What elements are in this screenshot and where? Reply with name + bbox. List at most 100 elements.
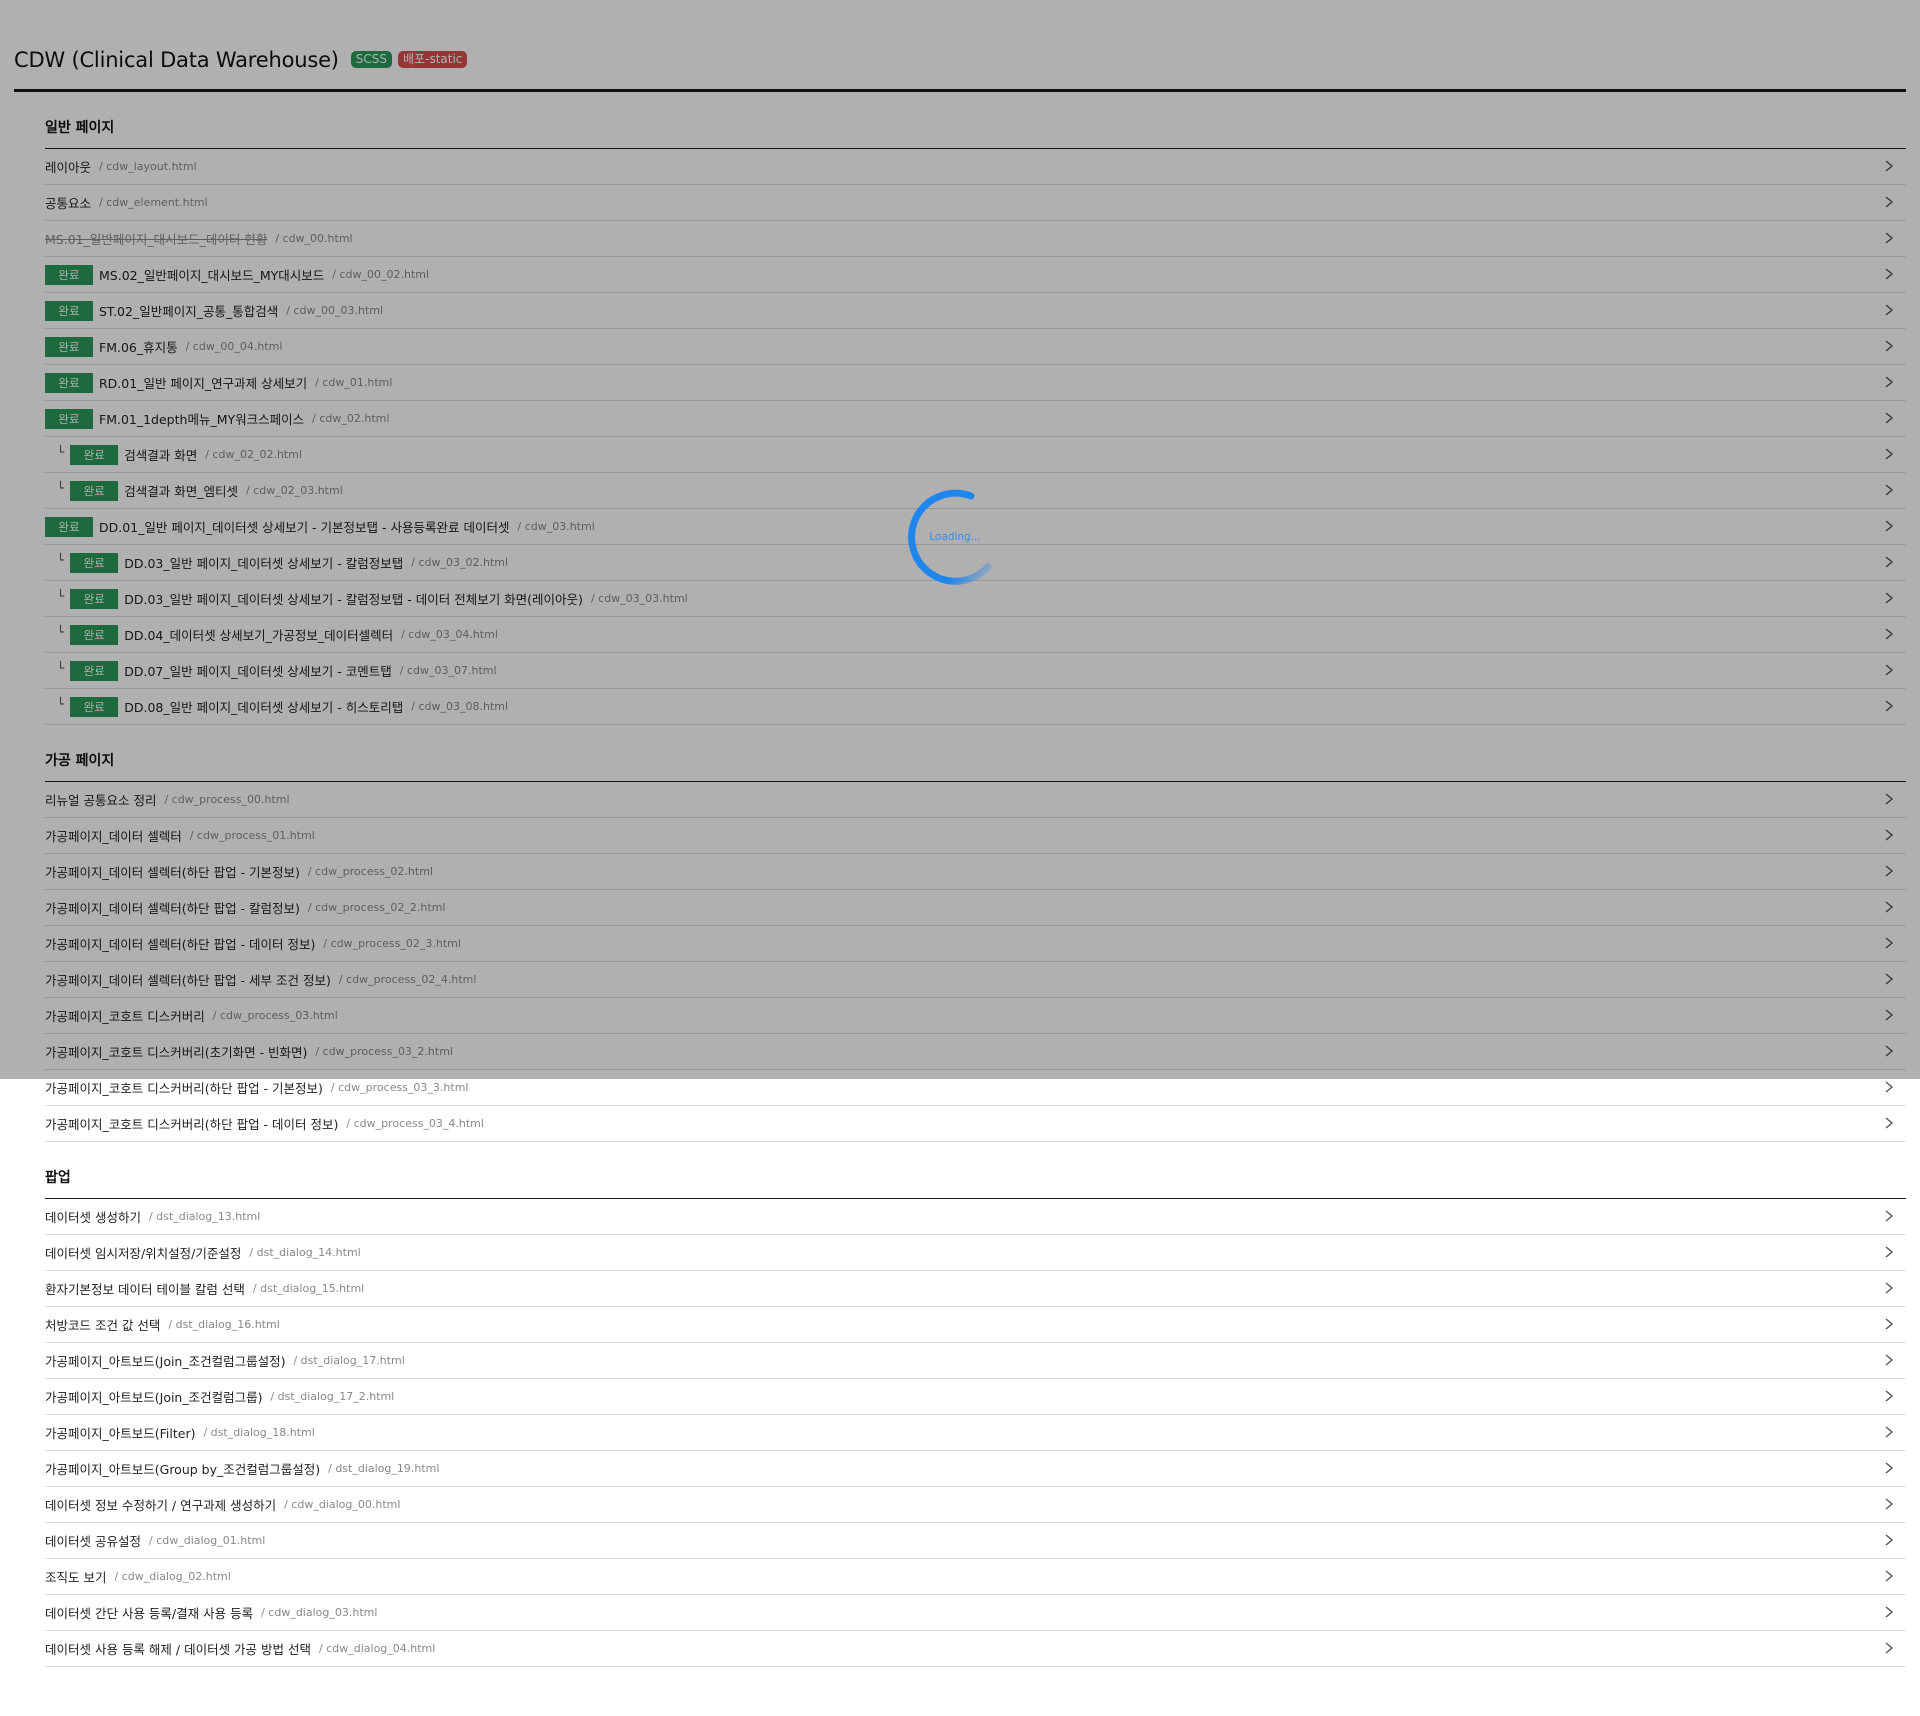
page-link-row[interactable]: 완료 RD.01_일반 페이지_연구과제 상세보기 / cdw_01.html <box>45 365 1906 401</box>
page-link-name[interactable]: 가공페이지_데이터 셀렉터(하단 팝업 - 칼럼정보) <box>45 898 300 917</box>
chevron-right-icon[interactable] <box>1882 229 1896 247</box>
chevron-right-icon[interactable] <box>1882 445 1896 463</box>
chevron-right-icon[interactable] <box>1882 970 1896 988</box>
chevron-right-icon[interactable] <box>1882 1423 1896 1441</box>
chevron-right-icon[interactable] <box>1882 826 1896 844</box>
page-link-name[interactable]: 가공페이지_코호트 디스커버리(하단 팝업 - 기본정보) <box>45 1078 323 1097</box>
chevron-right-icon[interactable] <box>1882 1387 1896 1405</box>
page-link-name[interactable]: 가공페이지_데이터 셀렉터(하단 팝업 - 데이터 정보) <box>45 934 315 953</box>
chevron-right-icon[interactable] <box>1882 697 1896 715</box>
page-link-name[interactable]: 검색결과 화면 <box>124 445 197 464</box>
chevron-right-icon[interactable] <box>1882 862 1896 880</box>
page-link-row[interactable]: 데이터셋 생성하기 / dst_dialog_13.html <box>45 1199 1906 1235</box>
page-link-name[interactable]: 조직도 보기 <box>45 1567 106 1586</box>
chevron-right-icon[interactable] <box>1882 661 1896 679</box>
chevron-right-icon[interactable] <box>1882 1567 1896 1585</box>
chevron-right-icon[interactable] <box>1882 1279 1896 1297</box>
page-link-name[interactable]: 가공페이지_코호트 디스커버리(하단 팝업 - 데이터 정보) <box>45 1114 338 1133</box>
chevron-right-icon[interactable] <box>1882 301 1896 319</box>
page-link-row[interactable]: 가공페이지_아트보드(Filter) / dst_dialog_18.html <box>45 1415 1906 1451</box>
page-link-row[interactable]: 가공페이지_코호트 디스커버리(하단 팝업 - 기본정보) / cdw_proce… <box>45 1070 1906 1106</box>
chevron-right-icon[interactable] <box>1882 1315 1896 1333</box>
page-link-name[interactable]: 리뉴얼 공통요소 정리 <box>45 790 156 809</box>
page-link-row[interactable]: 가공페이지_코호트 디스커버리(하단 팝업 - 데이터 정보) / cdw_pro… <box>45 1106 1906 1142</box>
page-link-name[interactable]: 가공페이지_아트보드(Filter) <box>45 1423 195 1442</box>
page-link-name[interactable]: 데이터셋 임시저장/위치설정/기준설정 <box>45 1243 241 1262</box>
page-link-row[interactable]: 처방코드 조건 값 선택 / dst_dialog_16.html <box>45 1307 1906 1343</box>
page-link-row[interactable]: 가공페이지_코호트 디스커버리 / cdw_process_03.html <box>45 998 1906 1034</box>
page-link-row[interactable]: 완료 FM.01_1depth메뉴_MY워크스페이스 / cdw_02.html <box>45 401 1906 437</box>
chevron-right-icon[interactable] <box>1882 373 1896 391</box>
chevron-right-icon[interactable] <box>1882 898 1896 916</box>
page-link-name[interactable]: DD.01_일반 페이지_데이터셋 상세보기 - 기본정보탭 - 사용등록완료 … <box>99 517 509 536</box>
page-link-name[interactable]: FM.06_휴지통 <box>99 337 178 356</box>
page-link-name[interactable]: DD.04_데이터셋 상세보기_가공정보_데이터셀렉터 <box>124 625 393 644</box>
page-link-name[interactable]: DD.07_일반 페이지_데이터셋 상세보기 - 코멘트탭 <box>124 661 392 680</box>
page-link-name[interactable]: 데이터셋 공유설정 <box>45 1531 141 1550</box>
page-link-row[interactable]: 가공페이지_데이터 셀렉터(하단 팝업 - 기본정보) / cdw_process… <box>45 854 1906 890</box>
page-link-row[interactable]: 공통요소 / cdw_element.html <box>45 185 1906 221</box>
page-link-name[interactable]: 가공페이지_데이터 셀렉터(하단 팝업 - 세부 조건 정보) <box>45 970 331 989</box>
chevron-right-icon[interactable] <box>1882 934 1896 952</box>
page-link-row[interactable]: └ 완료 DD.08_일반 페이지_데이터셋 상세보기 - 히스토리탭 / cdw_0… <box>45 689 1906 725</box>
page-link-row[interactable]: 가공페이지_아트보드(Join_조건컬럼그룹설정) / dst_dialog_17… <box>45 1343 1906 1379</box>
page-link-row[interactable]: 데이터셋 정보 수정하기 / 연구과제 생성하기 / cdw_dialog_00.… <box>45 1487 1906 1523</box>
chevron-right-icon[interactable] <box>1882 337 1896 355</box>
chevron-right-icon[interactable] <box>1882 1603 1896 1621</box>
page-link-row[interactable]: └ 완료 DD.04_데이터셋 상세보기_가공정보_데이터셀렉터 / cdw_03_0… <box>45 617 1906 653</box>
page-link-row[interactable]: 완료 MS.02_일반페이지_대시보드_MY대시보드 / cdw_00_02.htm… <box>45 257 1906 293</box>
chevron-right-icon[interactable] <box>1882 1351 1896 1369</box>
chevron-right-icon[interactable] <box>1882 1243 1896 1261</box>
page-link-name[interactable]: 공통요소 <box>45 193 91 212</box>
chevron-right-icon[interactable] <box>1882 1459 1896 1477</box>
page-link-name[interactable]: 가공페이지_아트보드(Group by_조건컬럼그룹설정) <box>45 1459 320 1478</box>
page-link-name[interactable]: RD.01_일반 페이지_연구과제 상세보기 <box>99 373 307 392</box>
page-link-name[interactable]: 레이아웃 <box>45 157 91 176</box>
chevron-right-icon[interactable] <box>1882 193 1896 211</box>
page-link-row[interactable]: └ 완료 DD.07_일반 페이지_데이터셋 상세보기 - 코멘트탭 / cdw_03… <box>45 653 1906 689</box>
chevron-right-icon[interactable] <box>1882 553 1896 571</box>
page-link-row[interactable]: └ 완료 검색결과 화면 / cdw_02_02.html <box>45 437 1906 473</box>
page-link-name[interactable]: 처방코드 조건 값 선택 <box>45 1315 160 1334</box>
page-link-name[interactable]: 가공페이지_코호트 디스커버리 <box>45 1006 205 1025</box>
chevron-right-icon[interactable] <box>1882 589 1896 607</box>
page-link-name[interactable]: MS.01_일반페이지_대시보드_데이터 현황 <box>45 229 267 248</box>
chevron-right-icon[interactable] <box>1882 625 1896 643</box>
chevron-right-icon[interactable] <box>1882 157 1896 175</box>
chevron-right-icon[interactable] <box>1882 1531 1896 1549</box>
page-link-row[interactable]: 가공페이지_아트보드(Group by_조건컬럼그룹설정) / dst_dialo… <box>45 1451 1906 1487</box>
page-link-row[interactable]: 가공페이지_데이터 셀렉터(하단 팝업 - 세부 조건 정보) / cdw_pro… <box>45 962 1906 998</box>
page-link-name[interactable]: 데이터셋 생성하기 <box>45 1207 141 1226</box>
page-link-row[interactable]: 레이아웃 / cdw_layout.html <box>45 149 1906 185</box>
page-link-name[interactable]: DD.08_일반 페이지_데이터셋 상세보기 - 히스토리탭 <box>124 697 403 716</box>
chevron-right-icon[interactable] <box>1882 1207 1896 1225</box>
page-link-row[interactable]: 가공페이지_데이터 셀렉터 / cdw_process_01.html <box>45 818 1906 854</box>
chevron-right-icon[interactable] <box>1882 481 1896 499</box>
page-link-name[interactable]: 데이터셋 사용 등록 해제 / 데이터셋 가공 방법 선택 <box>45 1639 311 1658</box>
chevron-right-icon[interactable] <box>1882 1078 1896 1096</box>
page-link-row[interactable]: 가공페이지_코호트 디스커버리(초기화면 - 빈화면) / cdw_process… <box>45 1034 1906 1070</box>
page-link-row[interactable]: MS.01_일반페이지_대시보드_데이터 현황 / cdw_00.html <box>45 221 1906 257</box>
page-link-name[interactable]: 데이터셋 정보 수정하기 / 연구과제 생성하기 <box>45 1495 276 1514</box>
page-link-row[interactable]: 가공페이지_데이터 셀렉터(하단 팝업 - 칼럼정보) / cdw_process… <box>45 890 1906 926</box>
page-link-name[interactable]: FM.01_1depth메뉴_MY워크스페이스 <box>99 409 304 428</box>
page-link-row[interactable]: 완료 ST.02_일반페이지_공통_통합검색 / cdw_00_03.html <box>45 293 1906 329</box>
page-link-name[interactable]: 환자기본정보 데이터 테이블 칼럼 선택 <box>45 1279 245 1298</box>
page-link-row[interactable]: 환자기본정보 데이터 테이블 칼럼 선택 / dst_dialog_15.html <box>45 1271 1906 1307</box>
page-link-name[interactable]: 가공페이지_데이터 셀렉터 <box>45 826 182 845</box>
page-link-name[interactable]: 가공페이지_데이터 셀렉터(하단 팝업 - 기본정보) <box>45 862 300 881</box>
page-link-name[interactable]: 검색결과 화면_엠티셋 <box>124 481 238 500</box>
page-link-row[interactable]: 조직도 보기 / cdw_dialog_02.html <box>45 1559 1906 1595</box>
page-link-name[interactable]: MS.02_일반페이지_대시보드_MY대시보드 <box>99 265 324 284</box>
chevron-right-icon[interactable] <box>1882 1042 1896 1060</box>
page-link-name[interactable]: DD.03_일반 페이지_데이터셋 상세보기 - 칼럼정보탭 - 데이터 전체보… <box>124 589 583 608</box>
chevron-right-icon[interactable] <box>1882 409 1896 427</box>
page-link-name[interactable]: ST.02_일반페이지_공통_통합검색 <box>99 301 278 320</box>
page-link-row[interactable]: 가공페이지_아트보드(Join_조건컬럼그룹) / dst_dialog_17_2… <box>45 1379 1906 1415</box>
page-link-row[interactable]: 데이터셋 공유설정 / cdw_dialog_01.html <box>45 1523 1906 1559</box>
page-link-row[interactable]: 리뉴얼 공통요소 정리 / cdw_process_00.html <box>45 782 1906 818</box>
page-link-row[interactable]: 완료 FM.06_휴지통 / cdw_00_04.html <box>45 329 1906 365</box>
chevron-right-icon[interactable] <box>1882 1006 1896 1024</box>
chevron-right-icon[interactable] <box>1882 517 1896 535</box>
chevron-right-icon[interactable] <box>1882 790 1896 808</box>
